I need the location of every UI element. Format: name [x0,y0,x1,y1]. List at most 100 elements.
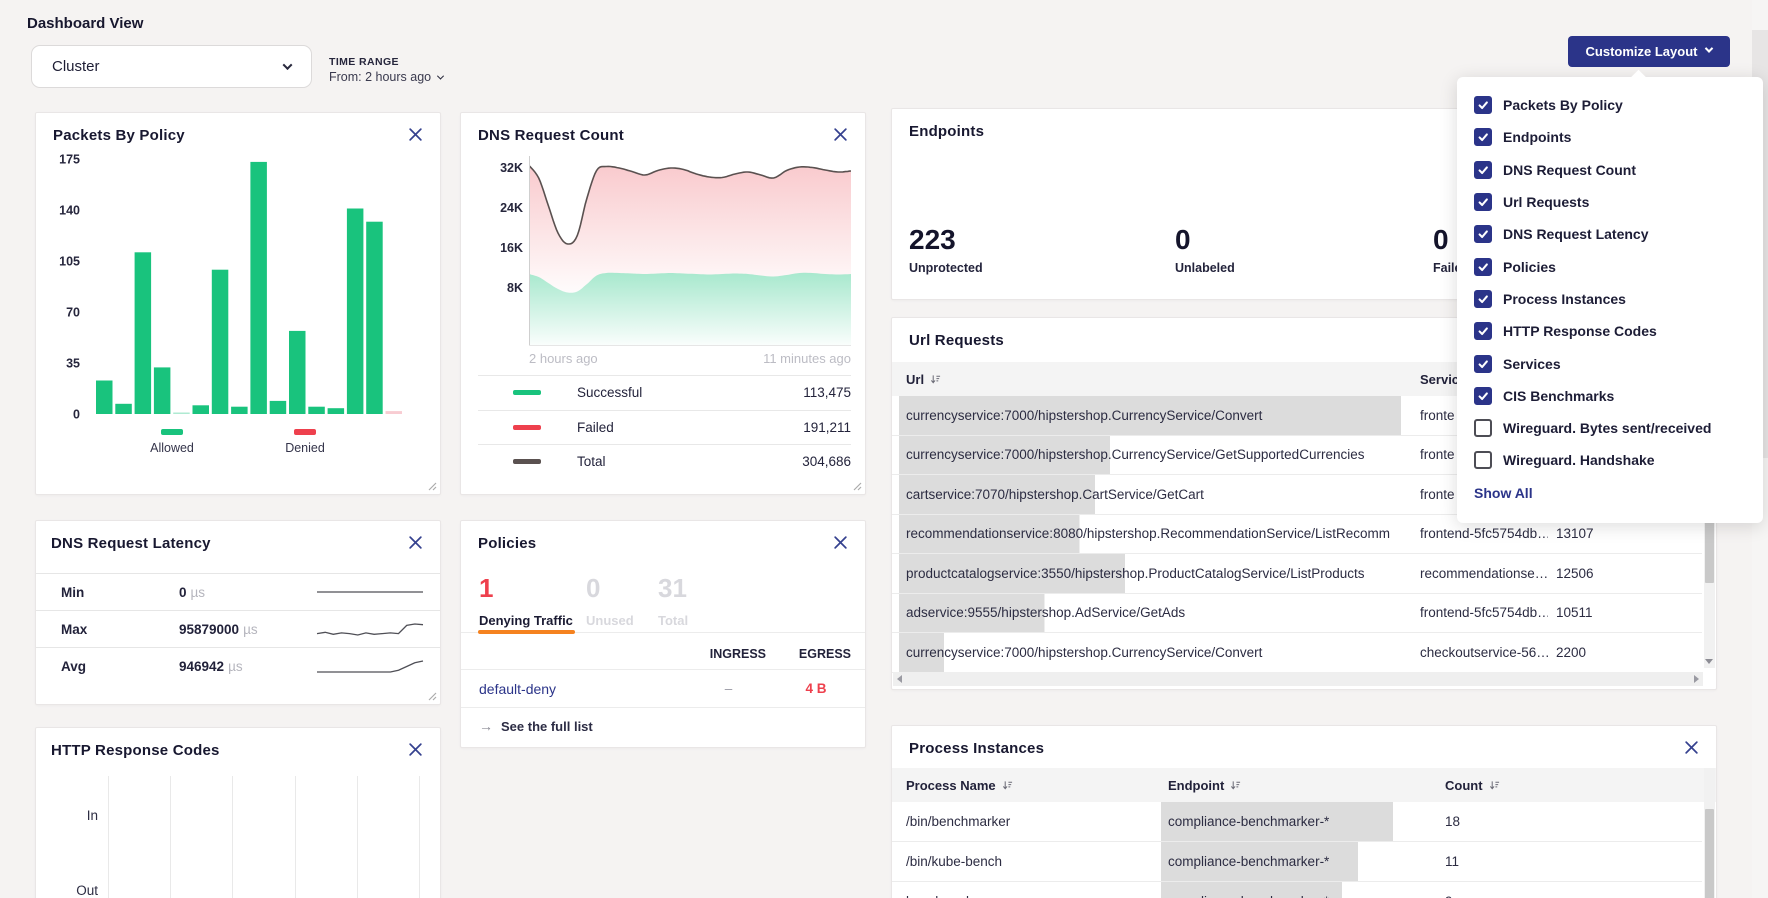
checkbox[interactable] [1474,258,1492,276]
process-name-cell: /bin/benchmarker [906,802,1156,841]
time-range-from[interactable]: From: 2 hours ago [329,70,443,84]
legend-row-failed: Failed 191,211 [478,410,851,445]
layout-menu-item-endpoints[interactable]: Endpoints [1457,121,1763,153]
layout-menu-item-policies[interactable]: Policies [1457,250,1763,282]
latency-label: Min [61,585,84,600]
scroll-left-arrow[interactable] [897,675,902,683]
url-cell: currencyservice:7000/hipstershop.Currenc… [899,396,1401,435]
horizontal-scrollbar[interactable] [893,672,1703,686]
close-icon[interactable] [1684,740,1702,758]
count-cell: 11 [1445,842,1525,881]
layout-menu-item-services[interactable]: Services [1457,347,1763,379]
see-full-list-link[interactable]: → See the full list [479,718,593,734]
card-packets-by-policy: Packets By Policy 03570105140175 Allowed… [35,112,441,495]
latency-row-min: Min 0µs [36,573,440,610]
process-name-cell: /bin/kube-bench [906,842,1156,881]
column-label: Count [1445,778,1483,793]
menu-item-label: CIS Benchmarks [1503,388,1614,404]
resize-grip[interactable] [428,482,437,491]
column-header-url[interactable]: Url [906,372,941,387]
url-cell: currencyservice:7000/hipstershop.Currenc… [899,633,1401,672]
legend-value: 113,475 [803,385,851,400]
close-icon[interactable] [408,535,426,553]
close-icon[interactable] [833,535,851,553]
policy-link[interactable]: default-deny [479,681,556,697]
stat-unlabeled-value: 0 [1175,224,1191,256]
layout-menu-item-packets-by-policy[interactable]: Packets By Policy [1457,89,1763,121]
ingress-value: – [691,681,766,696]
checkbox[interactable] [1474,161,1492,179]
checkbox[interactable] [1474,419,1492,437]
checkbox[interactable] [1474,355,1492,373]
min-sparkline [316,583,424,601]
stat-unused-label[interactable]: Unused [586,613,634,628]
stat-unprotected-value: 223 [909,224,956,256]
menu-item-label: Wireguard. Handshake [1503,452,1655,468]
column-header-count[interactable]: Count [1445,778,1500,793]
legend-name: Total [577,454,606,469]
stat-total-label[interactable]: Total [658,613,688,628]
column-label: Process Name [906,778,996,793]
service-cell: checkoutservice-56… [1420,633,1548,672]
url-cell: adservice:9555/hipstershop.AdService/Get… [899,594,1401,633]
stat-unprotected-label: Unprotected [909,261,983,275]
column-header-process-name[interactable]: Process Name [906,778,1013,793]
latency-value: 0 [179,585,187,600]
divider [461,669,865,670]
menu-caret [1631,70,1647,86]
checkbox[interactable] [1474,96,1492,114]
legend-label-denied: Denied [260,441,350,455]
time-range-from-value: From: 2 hours ago [329,70,431,84]
checkbox[interactable] [1474,290,1492,308]
checkbox[interactable] [1474,322,1492,340]
table-row: productcatalogservice:3550/hipstershop.P… [892,554,1702,594]
layout-menu-item-http-response-codes[interactable]: HTTP Response Codes [1457,315,1763,347]
max-sparkline [316,620,424,638]
layout-menu-item-wireguard-bytes[interactable]: Wireguard. Bytes sent/received [1457,412,1763,444]
close-icon[interactable] [833,127,851,145]
scroll-down-arrow[interactable] [1705,659,1713,664]
stat-unlabeled-label: Unlabeled [1175,261,1235,275]
checkbox[interactable] [1474,451,1492,469]
column-header-endpoint[interactable]: Endpoint [1168,778,1241,793]
layout-menu-item-wireguard-handshake[interactable]: Wireguard. Handshake [1457,444,1763,476]
stat-failed-value: 0 [1433,224,1449,256]
vertical-scrollbar[interactable] [1704,768,1715,898]
layout-menu-item-url-requests[interactable]: Url Requests [1457,186,1763,218]
view-select-value: Cluster [52,58,100,75]
resize-grip[interactable] [853,482,862,491]
legend-swatch-total [513,459,541,464]
svg-text:70: 70 [66,306,80,320]
process-table-body: /bin/benchmarker compliance-benchmarker-… [892,802,1702,898]
layout-menu-item-cis-benchmarks[interactable]: CIS Benchmarks [1457,380,1763,412]
count-cell: 9 [1445,882,1525,898]
checkbox[interactable] [1474,193,1492,211]
card-title: Process Instances [909,740,1044,757]
view-select[interactable]: Cluster [31,45,312,88]
svg-text:175: 175 [59,153,80,167]
stat-denying-label[interactable]: Denying Traffic [479,613,573,628]
count-cell: 18 [1445,802,1525,841]
card-title: Packets By Policy [53,127,185,144]
checkbox[interactable] [1474,225,1492,243]
layout-menu-item-dns-request-latency[interactable]: DNS Request Latency [1457,218,1763,250]
checkbox[interactable] [1474,387,1492,405]
card-title: Endpoints [909,123,984,140]
y-label-in: In [56,808,98,823]
layout-menu-item-process-instances[interactable]: Process Instances [1457,283,1763,315]
svg-text:0: 0 [73,408,80,422]
legend-swatch-failed [513,425,541,430]
customize-layout-button[interactable]: Customize Layout [1568,36,1730,67]
resize-grip[interactable] [428,692,437,701]
menu-item-label: HTTP Response Codes [1503,323,1657,339]
chevron-down-icon [1705,44,1713,52]
scrollbar-thumb[interactable] [1705,809,1714,898]
checkbox[interactable] [1474,128,1492,146]
scroll-right-arrow[interactable] [1694,675,1699,683]
stat-total-value: 31 [658,573,687,604]
close-icon[interactable] [408,742,426,760]
egress-value: 4 B [781,681,851,696]
legend-row-successful: Successful 113,475 [478,375,851,410]
layout-menu-item-dns-request-count[interactable]: DNS Request Count [1457,154,1763,186]
show-all-link[interactable]: Show All [1474,485,1533,501]
